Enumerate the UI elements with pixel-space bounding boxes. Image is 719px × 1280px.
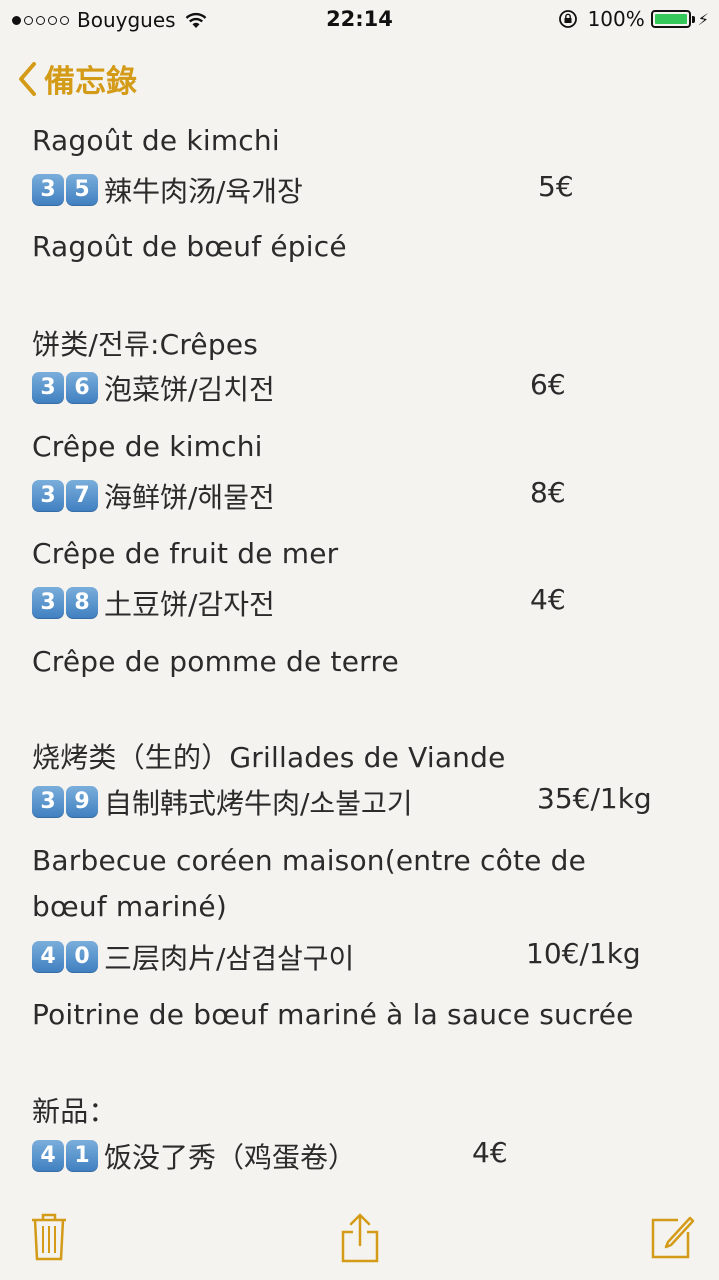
trash-icon[interactable] xyxy=(30,1212,68,1262)
menu-item-name: 辣牛肉汤/육개장 xyxy=(104,175,303,208)
menu-item-line: 3 5 辣牛肉汤/육개장 5€ xyxy=(32,170,702,210)
menu-item-name: 饭没了秀（鸡蛋卷） xyxy=(104,1141,357,1174)
menu-item-name: 海鲜饼/해물전 xyxy=(104,481,275,514)
number-keycap-badge: 4 xyxy=(32,1140,64,1172)
menu-item-price: 4€ xyxy=(530,583,566,616)
back-button[interactable]: 備忘錄 xyxy=(18,56,137,101)
number-keycap-badge: 7 xyxy=(66,480,98,512)
menu-item-name: 三层肉片/삼겹살구이 xyxy=(104,942,355,975)
number-keycap-badge: 3 xyxy=(32,587,64,619)
note-text-line: 饼类/전류:Crêpes xyxy=(32,328,259,361)
number-keycap-badge: 0 xyxy=(66,941,98,973)
note-text-line: Ragoût de kimchi xyxy=(32,124,280,157)
menu-item-line: 4 1 饭没了秀（鸡蛋卷） 4€ xyxy=(32,1136,702,1176)
number-keycap-badge: 5 xyxy=(66,174,98,206)
compose-icon[interactable] xyxy=(650,1212,696,1260)
charging-bolt-icon: ⚡ xyxy=(697,9,709,29)
menu-item-price: 4€ xyxy=(472,1136,508,1169)
number-keycap-badge: 3 xyxy=(32,480,64,512)
menu-item-price: 10€/1kg xyxy=(526,937,641,970)
battery-icon xyxy=(650,10,691,28)
note-text-line: Ragoût de bœuf épicé xyxy=(32,230,347,263)
note-text-line: Crêpe de pomme de terre xyxy=(32,645,399,678)
back-label: 備忘錄 xyxy=(44,64,137,100)
number-keycap-badge: 3 xyxy=(32,174,64,206)
note-text-line: Barbecue coréen maison(entre côte de xyxy=(32,844,587,877)
menu-item-price: 6€ xyxy=(530,368,566,401)
menu-item-name: 自制韩式烤牛肉/소불고기 xyxy=(104,787,413,820)
number-keycap-badge: 9 xyxy=(66,786,98,818)
menu-item-name: 泡菜饼/김치전 xyxy=(104,373,275,406)
share-icon[interactable] xyxy=(340,1212,380,1264)
number-keycap-badge: 4 xyxy=(32,941,64,973)
note-text-line: 烧烤类（生的）Grillades de Viande xyxy=(32,741,506,774)
note-text-line: bœuf mariné) xyxy=(32,890,227,923)
rotation-lock-icon xyxy=(558,10,577,28)
menu-item-price: 5€ xyxy=(538,170,574,203)
bottom-toolbar xyxy=(0,1200,719,1280)
menu-item-price: 8€ xyxy=(530,476,566,509)
navigation-bar: 備忘錄 xyxy=(0,48,719,112)
number-keycap-badge: 3 xyxy=(32,786,64,818)
menu-item-line: 3 9 自制韩式烤牛肉/소불고기 35€/1kg xyxy=(32,782,702,822)
note-text-line: 新品： xyxy=(32,1095,117,1128)
number-keycap-badge: 6 xyxy=(66,372,98,404)
status-right: 100% ⚡ xyxy=(558,7,709,31)
battery-percent: 100% xyxy=(587,7,645,31)
menu-item-line: 4 0 三层肉片/삼겹살구이 10€/1kg xyxy=(32,937,702,977)
number-keycap-badge: 1 xyxy=(66,1140,98,1172)
menu-item-line: 3 8 土豆饼/감자전 4€ xyxy=(32,583,702,623)
note-text-line: Poitrine de bœuf mariné à la sauce sucré… xyxy=(32,998,634,1031)
note-text-line: Crêpe de kimchi xyxy=(32,430,263,463)
menu-item-name: 土豆饼/감자전 xyxy=(104,588,275,621)
status-bar: Bouygues 22:14 100% ⚡ xyxy=(0,0,719,40)
chevron-left-icon xyxy=(19,61,36,96)
number-keycap-badge: 3 xyxy=(32,372,64,404)
note-text-line: Crêpe de fruit de mer xyxy=(32,537,339,570)
menu-item-price: 35€/1kg xyxy=(537,782,652,815)
number-keycap-badge: 8 xyxy=(66,587,98,619)
menu-item-line: 3 6 泡菜饼/김치전 6€ xyxy=(32,368,702,408)
menu-item-line: 3 7 海鲜饼/해물전 8€ xyxy=(32,476,702,516)
battery-tip xyxy=(691,15,695,23)
